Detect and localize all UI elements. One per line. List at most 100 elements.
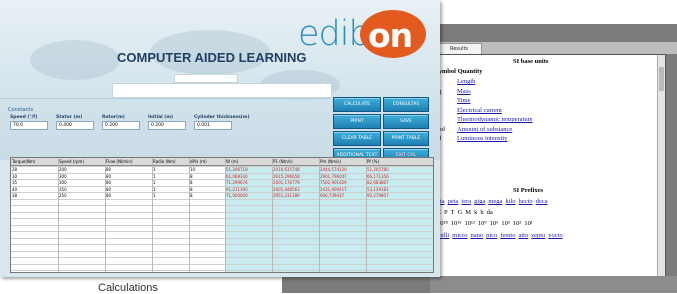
grid-line: [11, 231, 433, 232]
figure-caption: Calculations: [98, 282, 158, 294]
message-box[interactable]: [112, 83, 332, 98]
grid-line: [319, 158, 320, 272]
unit-quantity-link[interactable]: Luminous intensity: [457, 135, 507, 142]
si-unit-row: sTime: [435, 96, 471, 105]
param-input[interactable]: 0.400: [56, 121, 94, 130]
grid-line: [11, 192, 433, 193]
grid-line: [366, 158, 367, 272]
column-header: W (m): [226, 159, 239, 164]
prefix-name-link[interactable]: peta: [448, 198, 459, 205]
param-input[interactable]: 70.0: [10, 121, 48, 130]
constants-label: Constants: [8, 107, 34, 113]
document-scrollbar[interactable]: [657, 55, 665, 277]
prefix-powers-row: 10¹⁸ 10¹⁵ 10¹² 10⁹ 10⁶ 10³ 10² 10¹: [437, 220, 536, 227]
prefix-symbol: G: [457, 209, 463, 216]
param-label: Speed (°/f): [10, 115, 38, 120]
consultas-button[interactable]: CONSULTAS: [383, 97, 429, 112]
unit-quantity-link[interactable]: Thermodynamic temperature: [457, 116, 533, 123]
prefix-power: 10¹⁵: [450, 220, 462, 227]
prefix-name-link[interactable]: kilo: [505, 198, 515, 205]
grid-line: [11, 166, 433, 167]
calculate-button[interactable]: CALCULATE: [333, 97, 381, 112]
quantity-column-header: Quantity: [457, 68, 483, 75]
scrollbar-thumb[interactable]: [659, 67, 664, 91]
prefix-name-link[interactable]: pico: [486, 232, 497, 239]
print-button[interactable]: PRINT: [333, 114, 381, 129]
unit-quantity-link[interactable]: Time: [457, 97, 471, 104]
grid-line: [11, 172, 433, 174]
grid-line: [11, 244, 433, 245]
grid-line: [189, 158, 190, 272]
prefix-symbol: P: [443, 209, 448, 216]
table-header: Torque(Nm) Speed (rpm) Flow (Nl/min) Radio …: [11, 158, 433, 166]
grid-line: [11, 205, 433, 206]
clear-table-button[interactable]: CLEAR TABLE: [333, 131, 381, 146]
column-header: Speed (rpm): [59, 159, 85, 164]
column-header: Torque(Nm): [12, 159, 36, 164]
grid-line: [11, 185, 433, 187]
grid-line: [11, 270, 433, 271]
grid-line: [11, 263, 433, 265]
si-unit-row: cdLuminous intensity: [435, 134, 507, 143]
grid-line: [11, 257, 433, 258]
param-label: Rotor(m): [102, 115, 125, 120]
prefix-power: 10¹: [524, 220, 533, 227]
unit-quantity-link[interactable]: Electrical current: [457, 107, 502, 114]
column-header: dP/s (m): [190, 159, 207, 164]
unit-quantity-link[interactable]: Length: [457, 78, 475, 85]
prefix-power: 10⁹: [477, 220, 487, 227]
prefix-power: 10¹²: [464, 220, 475, 227]
grid-line: [11, 211, 433, 213]
column-header: P1 (Nm/s): [273, 159, 293, 164]
si-units-document: SI base units Symbol Quantity mLengthkgM…: [432, 54, 666, 278]
param-input[interactable]: 0.200: [148, 121, 186, 130]
prefix-name-link[interactable]: hecto: [519, 198, 533, 205]
prefix-name-link[interactable]: atto: [518, 232, 528, 239]
prefix-name-link[interactable]: zepto: [531, 232, 545, 239]
param-input[interactable]: 0.200: [102, 121, 140, 130]
prefix-name-link[interactable]: yocto: [548, 232, 562, 239]
si-unit-row: mol Amount of substance: [435, 125, 512, 134]
print-table-button[interactable]: PRINT TABLE: [383, 131, 429, 146]
si-unit-row: mLength: [435, 77, 475, 86]
prefix-name-link[interactable]: micro: [452, 232, 467, 239]
prefix-name-link[interactable]: nano: [470, 232, 483, 239]
prefix-names-row-2: milli micro nano pico femto atto zepto yocto: [437, 232, 566, 239]
grid-line: [11, 179, 433, 180]
unit-quantity-link[interactable]: Mass: [457, 88, 471, 95]
grid-line: [11, 218, 433, 219]
si-base-units-heading: SI base units: [513, 58, 549, 65]
param-input[interactable]: 0.001: [194, 121, 232, 130]
prefix-names-row: ata peta tera giga mega kilo hecto deca: [437, 198, 551, 205]
si-prefixes-heading: SI Prefixes: [513, 187, 544, 194]
si-columns-header: Symbol Quantity: [435, 67, 483, 76]
results-table[interactable]: Torque(Nm) Speed (rpm) Flow (Nl/min) Radio …: [10, 157, 434, 273]
column-header: Flow (Nl/min): [106, 159, 133, 164]
prefix-name-link[interactable]: tera: [461, 198, 471, 205]
column-header: Pf (%): [367, 159, 380, 164]
prefix-symbols-row: EPTGMkhda: [437, 209, 496, 216]
divider: [0, 98, 330, 99]
grid-line: [11, 224, 433, 226]
si-unit-row: AElectrical current: [435, 106, 502, 115]
tab-results[interactable]: Results: [436, 43, 482, 54]
column-header: Radio (Nm): [153, 159, 176, 164]
grid-line: [152, 158, 153, 272]
prefix-name-link[interactable]: femto: [500, 232, 515, 239]
practice-name-field[interactable]: [174, 74, 238, 83]
prefix-power: 10³: [501, 220, 510, 227]
grid-line: [58, 158, 59, 272]
prefix-name-link[interactable]: giga: [474, 198, 485, 205]
prefix-symbol: da: [486, 209, 493, 216]
save-button[interactable]: SAVE: [383, 114, 429, 129]
logo-text-right: on: [368, 16, 413, 55]
prefix-name-link[interactable]: deca: [536, 198, 548, 205]
unit-quantity-link[interactable]: Amount of substance: [457, 126, 512, 133]
prefix-symbol: T: [450, 209, 455, 216]
grid-line: [11, 250, 433, 252]
param-label: Stator (m): [56, 115, 83, 120]
prefix-name-link[interactable]: mega: [488, 198, 502, 205]
prefix-power: 10²: [512, 220, 522, 227]
grid-line: [11, 237, 433, 239]
column-header: Pm (Nm/s): [320, 159, 342, 164]
